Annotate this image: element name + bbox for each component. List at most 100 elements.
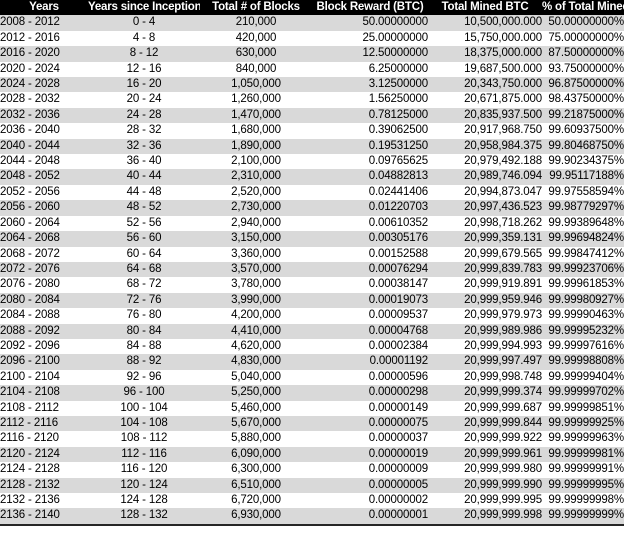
cell-mined: 20,999,999.998 bbox=[428, 508, 542, 526]
table-row: 2040 - 2044 32 - 36 1,890,000 0.19531250 20,… bbox=[0, 138, 624, 155]
table-row: 2008 - 2012 0 - 4 210,000 50.00000000 10,500… bbox=[0, 15, 624, 31]
cell-mined: 20,671,875.000 bbox=[428, 92, 542, 108]
cell-mined: 20,999,999.990 bbox=[428, 477, 542, 493]
cell-years: 2132 - 2136 bbox=[0, 493, 88, 509]
cell-years: 2124 - 2128 bbox=[0, 462, 88, 478]
cell-years: 2080 - 2084 bbox=[0, 292, 88, 309]
table-row: 2104 - 2108 96 - 100 5,250,000 0.00000298 20… bbox=[0, 385, 624, 401]
cell-years: 2028 - 2032 bbox=[0, 92, 88, 108]
cell-reward: 0.00000298 bbox=[312, 385, 428, 401]
cell-pct: 99.99923706% bbox=[542, 261, 624, 278]
cell-pct: 93.75000000% bbox=[542, 61, 624, 78]
cell-blocks: 6,930,000 bbox=[200, 508, 312, 526]
cell-blocks: 210,000 bbox=[200, 15, 312, 31]
cell-reward: 0.01220703 bbox=[312, 200, 428, 216]
cell-mined: 20,999,359.131 bbox=[428, 231, 542, 247]
cell-pct: 99.99998808% bbox=[542, 354, 624, 370]
cell-since: 128 - 132 bbox=[88, 508, 200, 526]
cell-reward: 0.00076294 bbox=[312, 261, 428, 278]
cell-pct: 99.99995232% bbox=[542, 323, 624, 339]
cell-pct: 99.99980927% bbox=[542, 292, 624, 309]
cell-reward: 12.50000000 bbox=[312, 46, 428, 62]
cell-reward: 0.78125000 bbox=[312, 107, 428, 124]
table-header-row: Years Years since Inception Total # of Blo… bbox=[0, 0, 624, 16]
cell-blocks: 6,300,000 bbox=[200, 462, 312, 478]
cell-mined: 20,958,984.375 bbox=[428, 138, 542, 155]
cell-mined: 20,999,998.748 bbox=[428, 369, 542, 386]
cell-mined: 20,994,873.047 bbox=[428, 184, 542, 201]
cell-reward: 0.00000005 bbox=[312, 477, 428, 493]
cell-pct: 99.99999998% bbox=[542, 493, 624, 509]
cell-pct: 99.99694824% bbox=[542, 231, 624, 247]
cell-since: 84 - 88 bbox=[88, 338, 200, 355]
table-row: 2068 - 2072 60 - 64 3,360,000 0.00152588 20,… bbox=[0, 246, 624, 262]
cell-mined: 20,999,999.844 bbox=[428, 415, 542, 432]
cell-years: 2100 - 2104 bbox=[0, 369, 88, 386]
table-row: 2064 - 2068 56 - 60 3,150,000 0.00305176 20,… bbox=[0, 231, 624, 247]
cell-blocks: 4,200,000 bbox=[200, 308, 312, 324]
cell-mined: 20,835,937.500 bbox=[428, 107, 542, 124]
table-row: 2128 - 2132 120 - 124 6,510,000 0.00000005 2… bbox=[0, 477, 624, 493]
cell-reward: 0.00000037 bbox=[312, 431, 428, 447]
cell-mined: 20,917,968.750 bbox=[428, 123, 542, 139]
cell-pct: 99.21875000% bbox=[542, 107, 624, 124]
cell-since: 32 - 36 bbox=[88, 138, 200, 155]
cell-pct: 98.43750000% bbox=[542, 92, 624, 108]
cell-since: 20 - 24 bbox=[88, 92, 200, 108]
cell-mined: 20,999,919.891 bbox=[428, 277, 542, 293]
column-header-reward: Block Reward (BTC) bbox=[312, 0, 428, 16]
table-row: 2076 - 2080 68 - 72 3,780,000 0.00038147 20,… bbox=[0, 277, 624, 293]
cell-reward: 0.00019073 bbox=[312, 292, 428, 309]
cell-reward: 1.56250000 bbox=[312, 92, 428, 108]
cell-blocks: 3,990,000 bbox=[200, 292, 312, 309]
table-row: 2080 - 2084 72 - 76 3,990,000 0.00019073 20,… bbox=[0, 292, 624, 309]
cell-since: 16 - 20 bbox=[88, 77, 200, 93]
cell-blocks: 3,360,000 bbox=[200, 246, 312, 262]
cell-pct: 75.00000000% bbox=[542, 30, 624, 47]
cell-since: 8 - 12 bbox=[88, 46, 200, 62]
cell-blocks: 5,040,000 bbox=[200, 369, 312, 386]
cell-blocks: 5,250,000 bbox=[200, 385, 312, 401]
cell-reward: 0.00002384 bbox=[312, 338, 428, 355]
cell-reward: 0.00001192 bbox=[312, 354, 428, 370]
cell-years: 2092 - 2096 bbox=[0, 338, 88, 355]
cell-blocks: 5,460,000 bbox=[200, 400, 312, 416]
cell-since: 124 - 128 bbox=[88, 493, 200, 509]
cell-since: 68 - 72 bbox=[88, 277, 200, 293]
cell-pct: 99.99999995% bbox=[542, 477, 624, 493]
cell-since: 12 - 16 bbox=[88, 61, 200, 78]
cell-pct: 99.99990463% bbox=[542, 308, 624, 324]
cell-blocks: 6,720,000 bbox=[200, 493, 312, 509]
cell-pct: 99.80468750% bbox=[542, 138, 624, 155]
cell-years: 2136 - 2140 bbox=[0, 508, 88, 526]
table-row: 2048 - 2052 40 - 44 2,310,000 0.04882813 20,… bbox=[0, 169, 624, 185]
cell-pct: 99.99999981% bbox=[542, 446, 624, 463]
cell-reward: 0.00000149 bbox=[312, 400, 428, 416]
cell-since: 44 - 48 bbox=[88, 184, 200, 201]
cell-since: 92 - 96 bbox=[88, 369, 200, 386]
cell-since: 72 - 76 bbox=[88, 292, 200, 309]
table-body: 2008 - 2012 0 - 4 210,000 50.00000000 10,500… bbox=[0, 15, 624, 526]
cell-since: 28 - 32 bbox=[88, 123, 200, 139]
cell-blocks: 3,780,000 bbox=[200, 277, 312, 293]
cell-pct: 99.98779297% bbox=[542, 200, 624, 216]
cell-years: 2048 - 2052 bbox=[0, 169, 88, 185]
cell-mined: 20,997,436.523 bbox=[428, 200, 542, 216]
cell-since: 108 - 112 bbox=[88, 431, 200, 447]
cell-pct: 99.99999991% bbox=[542, 462, 624, 478]
table-row: 2120 - 2124 112 - 116 6,090,000 0.00000019 2… bbox=[0, 446, 624, 463]
cell-pct: 99.99999404% bbox=[542, 369, 624, 386]
cell-years: 2116 - 2120 bbox=[0, 431, 88, 447]
cell-since: 52 - 56 bbox=[88, 215, 200, 232]
cell-reward: 0.00009537 bbox=[312, 308, 428, 324]
cell-pct: 99.99999702% bbox=[542, 385, 624, 401]
cell-since: 88 - 92 bbox=[88, 354, 200, 370]
cell-mined: 20,999,999.980 bbox=[428, 462, 542, 478]
table-row: 2044 - 2048 36 - 40 2,100,000 0.09765625 20,… bbox=[0, 154, 624, 170]
column-header-pct: % of Total Mined bbox=[542, 0, 624, 16]
cell-mined: 20,999,979.973 bbox=[428, 308, 542, 324]
table-row: 2136 - 2140 128 - 132 6,930,000 0.00000001 2… bbox=[0, 508, 624, 526]
cell-reward: 25.00000000 bbox=[312, 30, 428, 47]
table-header: Years Years since Inception Total # of Blo… bbox=[0, 0, 624, 16]
cell-years: 2020 - 2024 bbox=[0, 61, 88, 78]
